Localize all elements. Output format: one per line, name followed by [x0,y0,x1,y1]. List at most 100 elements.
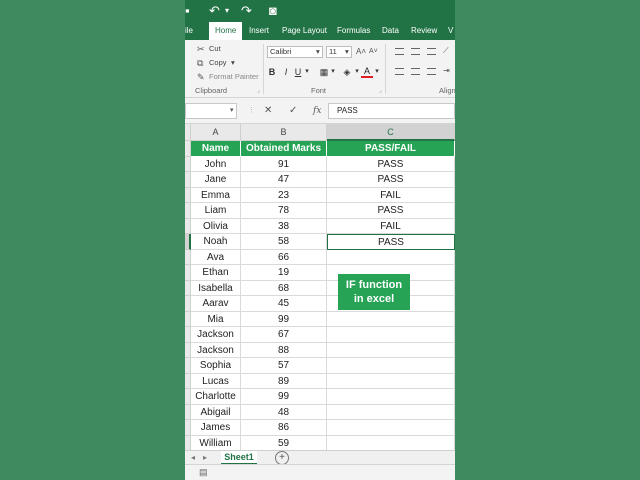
cell-name[interactable]: William [191,435,241,450]
tab-formulas[interactable]: Formulas [337,22,370,40]
align-top-icon[interactable] [395,48,404,55]
cell-marks[interactable]: 19 [241,265,327,281]
cell-name[interactable]: James [191,420,241,436]
align-center-icon[interactable] [411,68,420,75]
orientation-icon[interactable]: ⟋ [443,46,449,56]
column-header-b[interactable]: B [241,124,327,141]
cell-result[interactable] [327,373,455,389]
cell-marks[interactable]: 78 [241,203,327,219]
font-family-select[interactable]: Calibri [267,46,323,58]
sheet-nav-prev-icon[interactable]: ◂ [191,452,195,464]
tab-insert[interactable]: Insert [249,22,269,40]
sheet-nav-next-icon[interactable]: ▸ [203,452,207,464]
increase-font-icon[interactable]: A˄ [356,47,366,57]
cell-result[interactable] [327,249,455,265]
cell-name[interactable]: Jane [191,172,241,188]
column-header-c[interactable]: C [327,124,455,141]
font-color-icon[interactable]: A [361,66,373,78]
cell-result[interactable]: PASS [327,172,455,188]
cell-result[interactable] [327,327,455,343]
header-cell-name[interactable]: Name [191,141,241,157]
column-header-a[interactable]: A [191,124,241,141]
cell-marks[interactable]: 99 [241,311,327,327]
cancel-icon[interactable]: ✕ [264,104,272,118]
worksheet-grid[interactable]: A B C Name Obtained Marks PASS/FAIL John 91 P… [185,124,455,450]
undo-icon[interactable]: ↶ [209,3,220,19]
underline-button[interactable]: U [293,66,303,78]
cell-name[interactable]: Isabella [191,280,241,296]
decrease-font-icon[interactable]: A˅ [369,47,378,57]
cell-marks[interactable]: 47 [241,172,327,188]
cell-marks[interactable]: 38 [241,218,327,234]
cell-result[interactable] [327,311,455,327]
cell-marks[interactable]: 48 [241,404,327,420]
cell-result[interactable] [327,358,455,374]
underline-dropdown-icon[interactable]: ▾ [303,66,311,78]
cell-result[interactable]: FAIL [327,187,455,203]
font-size-dropdown-icon[interactable]: ▾ [345,47,349,57]
tab-file[interactable]: ile [185,22,193,40]
cell-name[interactable]: Lucas [191,373,241,389]
cell-marks[interactable]: 66 [241,249,327,265]
fill-color-dropdown-icon[interactable]: ▾ [353,66,361,78]
cell-result[interactable] [327,404,455,420]
align-left-icon[interactable] [395,68,404,75]
cell-result[interactable] [327,420,455,436]
active-cell[interactable]: PASS [327,234,455,250]
copy-button[interactable]: Copy [209,58,227,68]
cell-name[interactable]: Mia [191,311,241,327]
cell-marks[interactable]: 23 [241,187,327,203]
align-bottom-icon[interactable] [427,48,436,55]
cell-marks[interactable]: 58 [241,234,327,250]
cell-marks[interactable]: 59 [241,435,327,450]
tab-data[interactable]: Data [382,22,399,40]
cell-name[interactable]: Olivia [191,218,241,234]
font-launcher-icon[interactable]: ⌟ [379,86,382,96]
format-painter-button[interactable]: Format Painter [209,72,259,82]
fill-color-icon[interactable]: ◈ [341,66,353,78]
borders-dropdown-icon[interactable]: ▾ [329,66,337,78]
cut-button[interactable]: Cut [209,44,221,54]
cell-name[interactable]: Aarav [191,296,241,312]
enter-icon[interactable]: ✓ [289,104,297,118]
font-color-dropdown-icon[interactable]: ▾ [373,66,381,78]
clipboard-launcher-icon[interactable]: ⌟ [257,86,260,96]
cell-name[interactable]: Jackson [191,342,241,358]
tab-view[interactable]: V [448,22,453,40]
cell-marks[interactable]: 88 [241,342,327,358]
align-middle-icon[interactable] [411,48,420,55]
insert-function-icon[interactable]: fx [313,104,321,118]
italic-button[interactable]: I [281,66,291,78]
cell-result[interactable]: PASS [327,156,455,172]
cell-name[interactable]: Abigail [191,404,241,420]
formula-input[interactable]: PASS [328,103,455,119]
cell-result[interactable] [327,389,455,405]
redo-icon[interactable]: ↷ [241,3,252,19]
cell-result[interactable] [327,435,455,450]
cell-marks[interactable]: 89 [241,373,327,389]
tab-page-layout[interactable]: Page Layout [282,22,327,40]
cell-name[interactable]: Noah [191,234,241,250]
cell-marks[interactable]: 67 [241,327,327,343]
cell-name[interactable]: Ethan [191,265,241,281]
cell-marks[interactable]: 86 [241,420,327,436]
cell-marks[interactable]: 45 [241,296,327,312]
undo-dropdown-icon[interactable]: ▾ [225,3,229,19]
sheet-tab-sheet1[interactable]: Sheet1 [221,451,257,465]
cell-name[interactable]: Jackson [191,327,241,343]
cell-marks[interactable]: 57 [241,358,327,374]
borders-icon[interactable]: ▦ [319,66,329,78]
copy-dropdown-icon[interactable]: ▾ [231,58,235,68]
align-right-icon[interactable] [427,68,436,75]
bold-button[interactable]: B [267,66,277,78]
header-cell-result[interactable]: PASS/FAIL [327,141,455,157]
add-sheet-icon[interactable]: + [275,451,289,465]
cell-result[interactable]: PASS [327,203,455,219]
save-icon[interactable]: ▪ [185,3,190,19]
header-cell-marks[interactable]: Obtained Marks [241,141,327,157]
cell-name[interactable]: Charlotte [191,389,241,405]
camera-icon[interactable]: ◙ [269,3,277,19]
tab-review[interactable]: Review [411,22,437,40]
cell-marks[interactable]: 91 [241,156,327,172]
indent-icon[interactable]: ⇥ [443,66,450,76]
